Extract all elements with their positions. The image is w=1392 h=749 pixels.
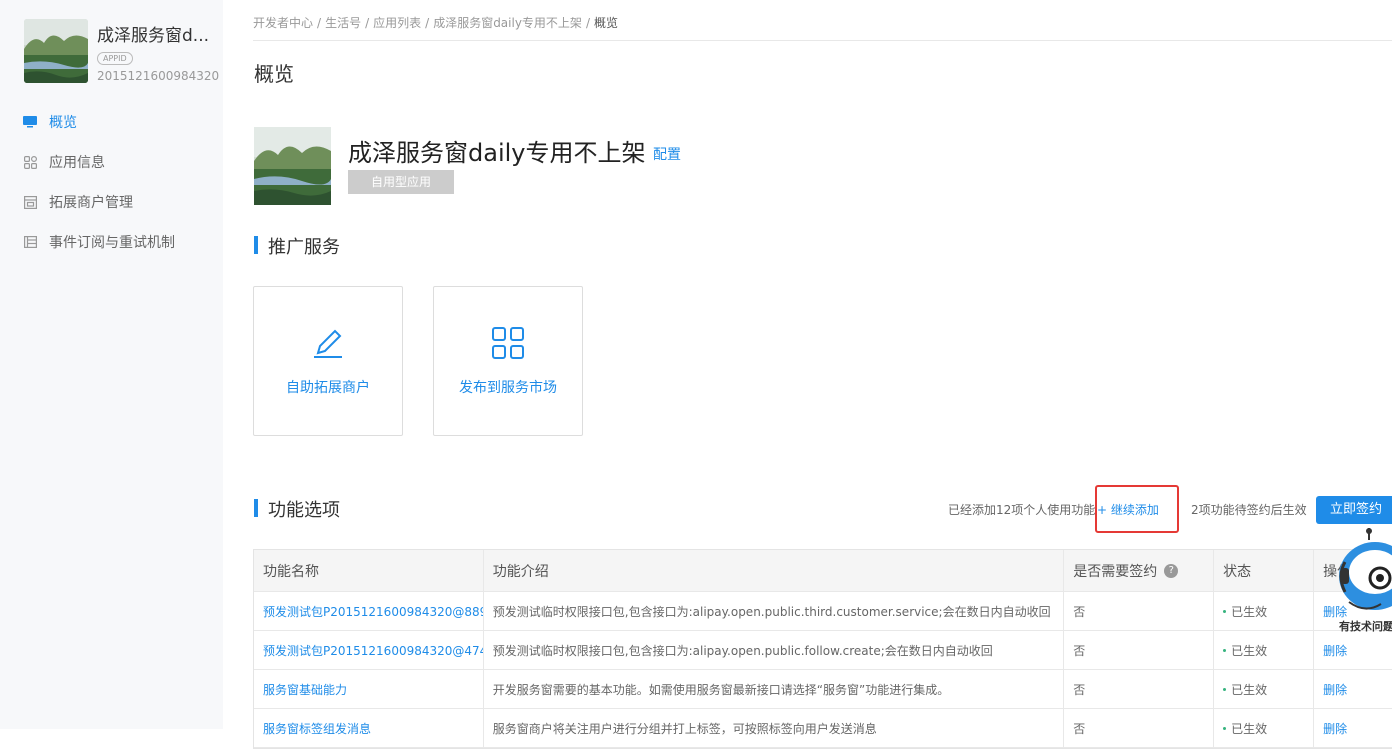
- table-row: 预发测试包P2015121600984320@889 预发测试临时权限接口包,包…: [254, 592, 1392, 631]
- add-more-link[interactable]: + 继续添加: [1097, 501, 1159, 518]
- help-icon[interactable]: ?: [1164, 563, 1179, 578]
- breadcrumb-separator: /: [317, 16, 322, 30]
- header-need-sign: 是否需要签约 ?: [1064, 550, 1215, 591]
- sidebar: 成泽服务窗d... APPID 2015121600984320 概览 应用信息…: [0, 0, 223, 729]
- breadcrumb-developer-center[interactable]: 开发者中心: [253, 16, 313, 30]
- sidebar-item-label: 拓展商户管理: [49, 195, 133, 211]
- status-label: 已生效: [1231, 682, 1268, 697]
- config-link[interactable]: 配置: [653, 144, 681, 164]
- app-title: 成泽服务窗daily专用不上架: [348, 139, 646, 167]
- feature-status: 已生效: [1214, 592, 1315, 630]
- breadcrumb-separator: /: [365, 16, 370, 30]
- pencil-icon: [310, 325, 346, 361]
- promotion-section-title: 推广服务: [254, 233, 340, 259]
- added-features-count: 已经添加12项个人使用功能: [948, 503, 1096, 517]
- header-feature-name: 功能名称: [254, 550, 484, 591]
- header-feature-desc: 功能介绍: [484, 550, 1065, 591]
- feature-name-link[interactable]: 预发测试包P2015121600984320@889: [263, 603, 483, 620]
- feature-name-link[interactable]: 服务窗标签组发消息: [263, 720, 371, 737]
- status-label: 已生效: [1231, 721, 1268, 736]
- breadcrumb-separator: /: [425, 16, 430, 30]
- app-type-tag: 自用型应用: [348, 170, 454, 194]
- publish-to-market-card[interactable]: 发布到服务市场: [433, 286, 583, 436]
- feature-toolbar: 已经添加12项个人使用功能 + 继续添加 2项功能待签约后生效 立即签约: [223, 485, 1392, 533]
- breadcrumb: 开发者中心 / 生活号 / 应用列表 / 成泽服务窗daily专用不上架 / 概览: [253, 14, 618, 31]
- feature-status: 已生效: [1214, 709, 1315, 747]
- sidebar-nav: 概览 应用信息 拓展商户管理 事件订阅与重试机制: [0, 102, 223, 262]
- apps-grid-icon: [490, 325, 526, 361]
- breadcrumb-separator: /: [585, 16, 590, 30]
- status-dot: [1223, 648, 1227, 652]
- sidebar-item-label: 概览: [49, 115, 77, 131]
- appid-badge: APPID: [97, 52, 133, 65]
- feature-sign: 否: [1064, 709, 1215, 747]
- app-card: 成泽服务窗d... APPID 2015121600984320: [24, 19, 219, 85]
- breadcrumb-current: 概览: [593, 16, 618, 30]
- app-id: 2015121600984320: [97, 69, 220, 83]
- breadcrumb-life-account[interactable]: 生活号: [325, 16, 361, 30]
- app-name: 成泽服务窗d...: [97, 26, 210, 46]
- feature-sign: 否: [1064, 631, 1215, 669]
- features-table: 功能名称 功能介绍 是否需要签约 ? 状态 操作 预发测试包P201512160…: [253, 549, 1392, 749]
- sign-now-button[interactable]: 立即签约: [1316, 496, 1392, 524]
- feature-name-link[interactable]: 服务窗基础能力: [263, 681, 347, 698]
- feature-sign: 否: [1064, 592, 1215, 630]
- card-label: 自助拓展商户: [286, 380, 370, 396]
- page-title: 概览: [254, 62, 294, 86]
- delete-link[interactable]: 删除: [1323, 720, 1347, 737]
- delete-link[interactable]: 删除: [1323, 642, 1347, 659]
- table-header: 功能名称 功能介绍 是否需要签约 ? 状态 操作: [254, 550, 1392, 592]
- list-icon: [23, 235, 37, 249]
- feature-status: 已生效: [1214, 631, 1315, 669]
- feature-desc: 服务窗商户将关注用户进行分组并打上标签，可按照标签向用户发送消息: [484, 709, 1065, 747]
- sidebar-item-label: 事件订阅与重试机制: [49, 235, 175, 251]
- pending-sign-text: 2项功能待签约后生效: [1191, 503, 1307, 517]
- status-dot: [1223, 687, 1227, 691]
- table-row: 预发测试包P2015121600984320@4744 预发测试临时权限接口包,…: [254, 631, 1392, 670]
- app-hero-image: [254, 127, 331, 205]
- status-label: 已生效: [1231, 643, 1268, 658]
- card-label: 发布到服务市场: [459, 380, 557, 396]
- feature-name-link[interactable]: 预发测试包P2015121600984320@4744: [263, 642, 483, 659]
- header-status: 状态: [1214, 550, 1315, 591]
- breadcrumb-app-list[interactable]: 应用列表: [373, 16, 421, 30]
- store-icon: [23, 195, 37, 209]
- status-dot: [1223, 609, 1227, 613]
- monitor-icon: [23, 115, 37, 129]
- helper-label: 有技术问题: [1339, 620, 1392, 633]
- app-thumbnail: [24, 19, 88, 83]
- sidebar-item-app-info[interactable]: 应用信息: [0, 142, 223, 182]
- self-service-merchant-card[interactable]: 自助拓展商户: [253, 286, 403, 436]
- status-label: 已生效: [1231, 604, 1268, 619]
- breadcrumb-app[interactable]: 成泽服务窗daily专用不上架: [433, 16, 582, 30]
- grid-icon: [23, 155, 37, 169]
- delete-link[interactable]: 删除: [1323, 681, 1347, 698]
- status-dot: [1223, 726, 1227, 730]
- feature-desc: 预发测试临时权限接口包,包含接口为:alipay.open.public.thi…: [484, 592, 1065, 630]
- feature-status: 已生效: [1214, 670, 1315, 708]
- feature-sign: 否: [1064, 670, 1215, 708]
- feature-desc: 预发测试临时权限接口包,包含接口为:alipay.open.public.fol…: [484, 631, 1065, 669]
- table-row: 服务窗基础能力 开发服务窗需要的基本功能。如需使用服务窗最新接口请选择“服务窗”…: [254, 670, 1392, 709]
- divider: [253, 40, 1392, 41]
- sidebar-item-merchant-management[interactable]: 拓展商户管理: [0, 182, 223, 222]
- sidebar-item-label: 应用信息: [49, 155, 105, 171]
- main-content: 开发者中心 / 生活号 / 应用列表 / 成泽服务窗daily专用不上架 / 概览 概览 成泽服…: [223, 0, 1392, 749]
- sidebar-item-overview[interactable]: 概览: [0, 102, 223, 142]
- feature-desc: 开发服务窗需要的基本功能。如需使用服务窗最新接口请选择“服务窗”功能进行集成。: [484, 670, 1065, 708]
- header-need-sign-label: 是否需要签约: [1073, 563, 1158, 580]
- sidebar-item-event-subscription[interactable]: 事件订阅与重试机制: [0, 222, 223, 262]
